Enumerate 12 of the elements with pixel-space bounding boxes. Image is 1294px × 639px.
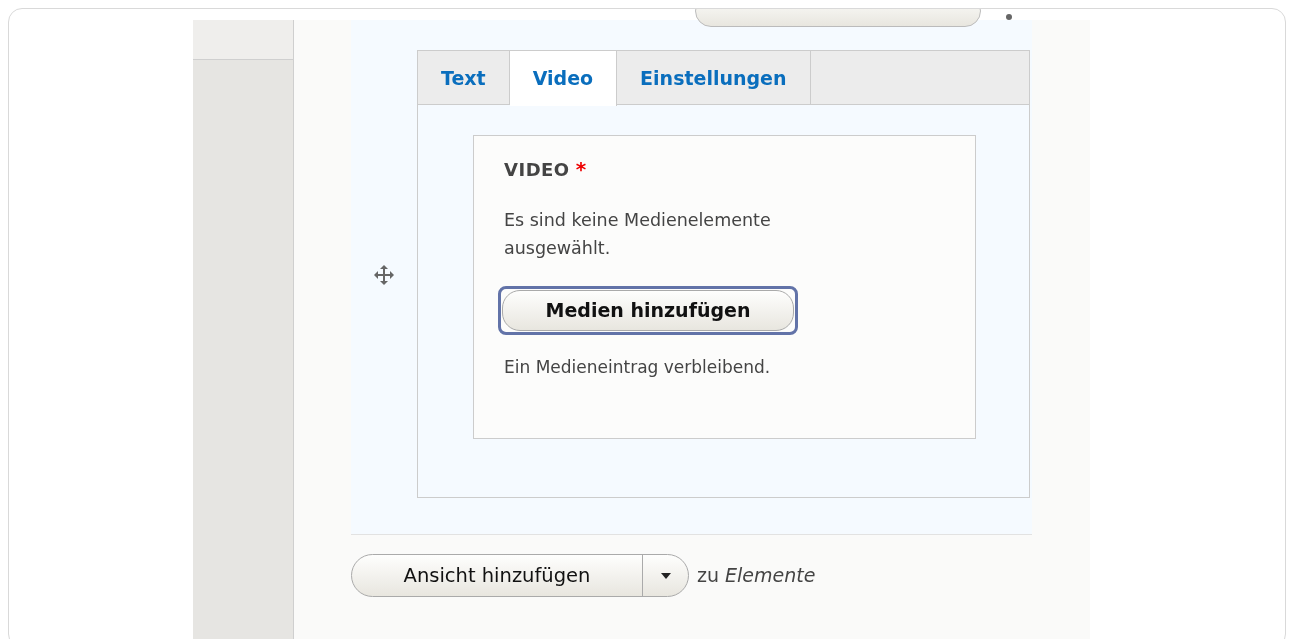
empty-message: Es sind keine Medienelemente ausgewählt. <box>504 209 772 260</box>
dots-icon[interactable] <box>1006 13 1012 21</box>
move-icon[interactable] <box>373 264 395 286</box>
field-label: VIDEO <box>504 159 570 180</box>
remaining-note: Ein Medieneintrag verbleibend. <box>504 355 772 379</box>
caret-icon <box>660 572 671 579</box>
tab[interactable]: Einstellungen <box>617 51 811 105</box>
target-text: zu Elemente <box>697 563 816 589</box>
add-media-button[interactable]: Medien hinzufügen <box>502 290 794 331</box>
required-mark: * <box>575 157 587 181</box>
tab[interactable]: Video <box>509 51 618 106</box>
tab[interactable]: Text <box>418 51 510 105</box>
